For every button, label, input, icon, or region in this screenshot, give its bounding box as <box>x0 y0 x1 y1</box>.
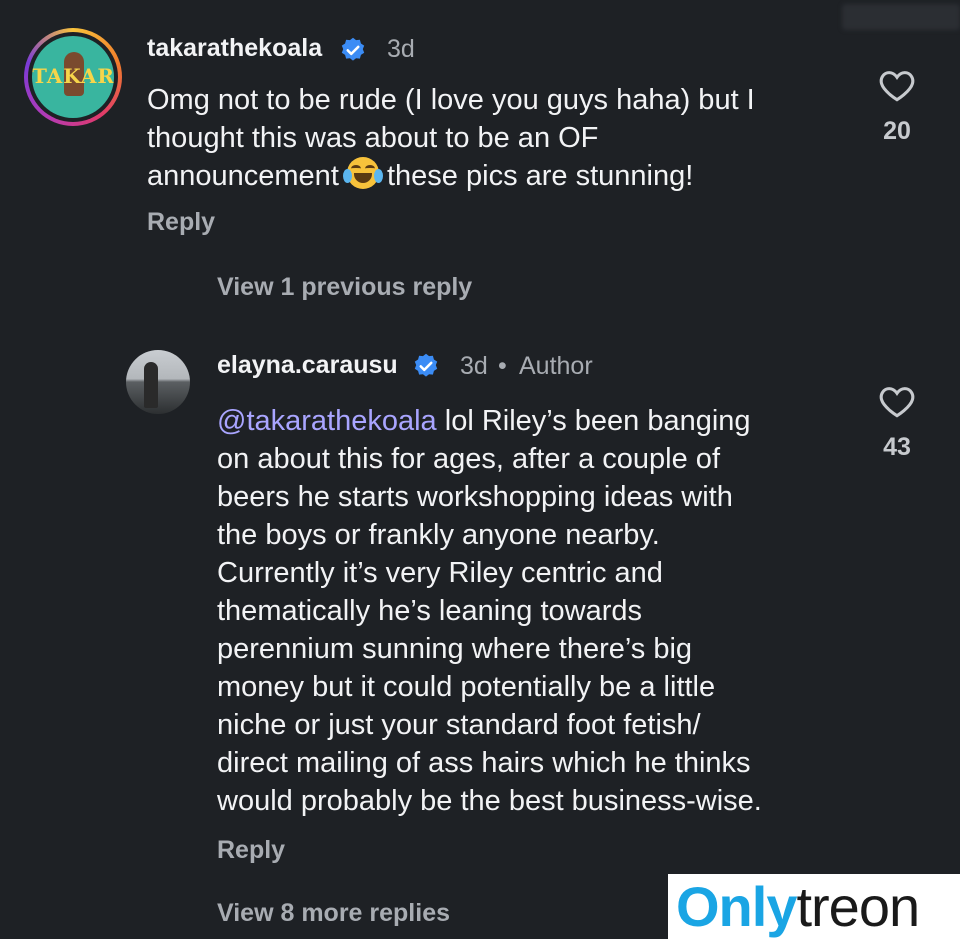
avatar-figure <box>144 362 158 408</box>
redacted-area <box>842 4 960 30</box>
view-previous-replies-button[interactable]: View 1 previous reply <box>217 273 472 302</box>
mention-link[interactable]: @takarathekoala <box>217 405 437 437</box>
avatar-logo-text: TAKARA <box>32 64 114 88</box>
verified-badge-icon <box>414 353 438 377</box>
face-with-tears-of-joy-icon <box>342 157 383 189</box>
verified-badge-icon <box>341 37 365 61</box>
view-more-replies-button[interactable]: View 8 more replies <box>217 899 450 928</box>
like-heart-icon[interactable] <box>878 384 916 418</box>
comment-text: @takarathekoala lol Riley’s been banging… <box>217 402 857 820</box>
avatar-elayna-carausu[interactable] <box>126 350 190 414</box>
comment-time: 3d <box>387 35 415 63</box>
avatar-takarathekoala[interactable]: TAKARA <box>24 28 122 126</box>
comment-text-after-emoji: these pics are stunning! <box>378 160 694 192</box>
reply-button[interactable]: Reply <box>217 836 285 865</box>
comment-time: 3d <box>460 352 488 380</box>
watermark-logo: Onlytreon <box>668 874 960 939</box>
meta-separator: • <box>498 352 507 380</box>
comment-username[interactable]: elayna.carausu <box>217 351 398 380</box>
comment-text: Omg not to be rude (I love you guys haha… <box>147 81 837 195</box>
like-heart-icon[interactable] <box>878 68 916 102</box>
comment-text-part: lol Riley’s been banging on about this f… <box>217 405 762 817</box>
reply-button[interactable]: Reply <box>147 208 215 237</box>
comment-username[interactable]: takarathekoala <box>147 34 322 63</box>
watermark-text: Onlytreon <box>676 875 920 938</box>
author-badge: Author <box>519 352 593 380</box>
like-count: 43 <box>883 433 911 461</box>
like-count: 20 <box>883 117 911 145</box>
